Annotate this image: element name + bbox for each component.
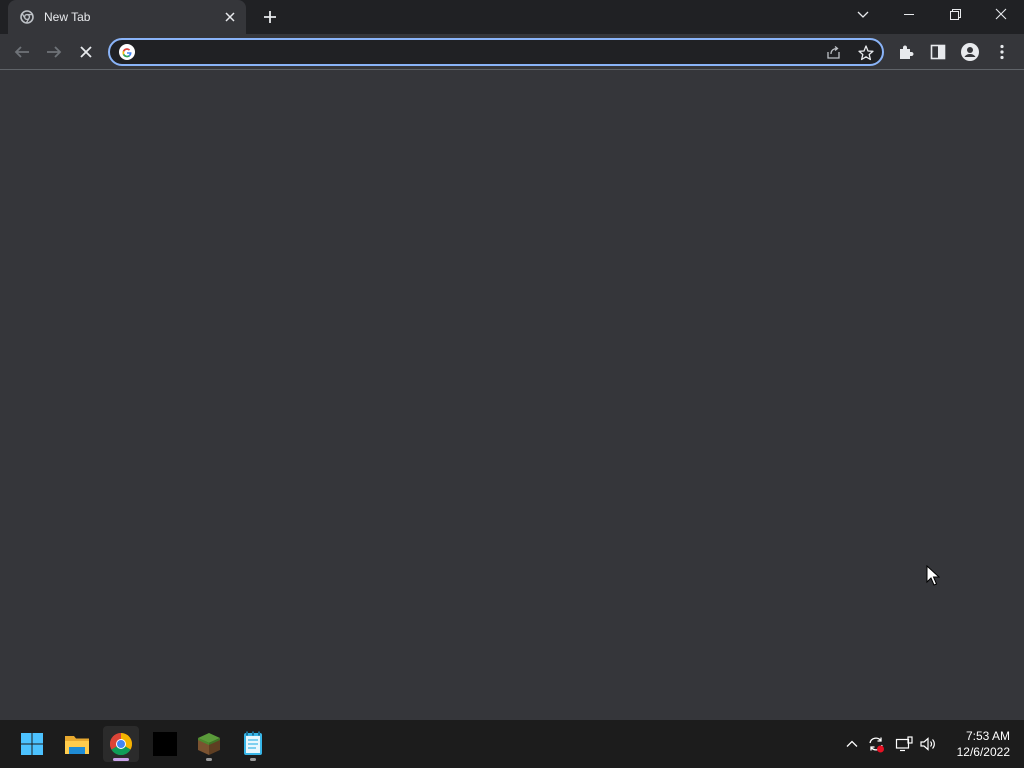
extensions-puzzle-icon[interactable] xyxy=(894,40,918,64)
google-g-icon xyxy=(119,44,135,60)
windows-taskbar: 7:53 AM 12/6/2022 xyxy=(0,720,1024,768)
start-button[interactable] xyxy=(14,726,50,762)
active-app-indicator xyxy=(113,758,129,761)
profile-avatar-icon[interactable] xyxy=(958,40,982,64)
back-arrow-icon[interactable] xyxy=(10,40,34,64)
taskbar-chrome[interactable] xyxy=(103,726,139,762)
new-tab-plus-icon[interactable] xyxy=(259,6,281,28)
clock-date: 12/6/2022 xyxy=(956,745,1010,759)
volume-icon[interactable] xyxy=(918,734,938,754)
mouse-pointer-icon xyxy=(926,565,940,587)
taskbar-terminal[interactable] xyxy=(147,726,183,762)
kebab-menu-icon[interactable] xyxy=(990,40,1014,64)
taskbar-minecraft[interactable] xyxy=(191,726,227,762)
tab-new-tab[interactable]: New Tab xyxy=(8,0,246,34)
sync-alert-icon[interactable] xyxy=(866,734,886,754)
running-app-indicator xyxy=(250,758,256,761)
show-hidden-icons-chevron-icon[interactable] xyxy=(842,734,862,754)
tab-search-chevron-icon[interactable] xyxy=(840,0,886,30)
clock-time: 7:53 AM xyxy=(965,729,1010,743)
restore-icon[interactable] xyxy=(932,0,978,30)
browser-toolbar xyxy=(0,34,1024,70)
windows-logo-icon xyxy=(21,733,43,755)
tab-title: New Tab xyxy=(44,10,91,24)
stop-loading-icon[interactable] xyxy=(74,40,98,64)
address-bar[interactable] xyxy=(108,38,884,66)
running-app-indicator xyxy=(206,758,212,761)
taskbar-file-explorer[interactable] xyxy=(59,726,95,762)
address-input[interactable] xyxy=(142,43,802,61)
share-icon[interactable] xyxy=(824,43,844,63)
black-window-icon xyxy=(153,732,177,756)
forward-arrow-icon[interactable] xyxy=(42,40,66,64)
page-content-area[interactable] xyxy=(0,71,1024,720)
minimize-icon[interactable] xyxy=(886,0,932,30)
folder-icon xyxy=(65,736,89,754)
taskbar-notepad[interactable] xyxy=(235,726,271,762)
grass-block-icon xyxy=(198,733,220,755)
chrome-icon xyxy=(110,733,132,755)
close-window-icon[interactable] xyxy=(978,0,1024,30)
system-clock[interactable]: 7:53 AM 12/6/2022 xyxy=(940,728,1010,760)
network-icon[interactable] xyxy=(894,734,914,754)
chrome-favicon-icon xyxy=(20,10,34,24)
bookmark-star-icon[interactable] xyxy=(856,43,876,63)
browser-titlebar: New Tab xyxy=(0,0,1024,34)
notepad-icon xyxy=(244,731,262,755)
tab-close-icon[interactable] xyxy=(222,9,238,25)
side-panel-icon[interactable] xyxy=(926,40,950,64)
